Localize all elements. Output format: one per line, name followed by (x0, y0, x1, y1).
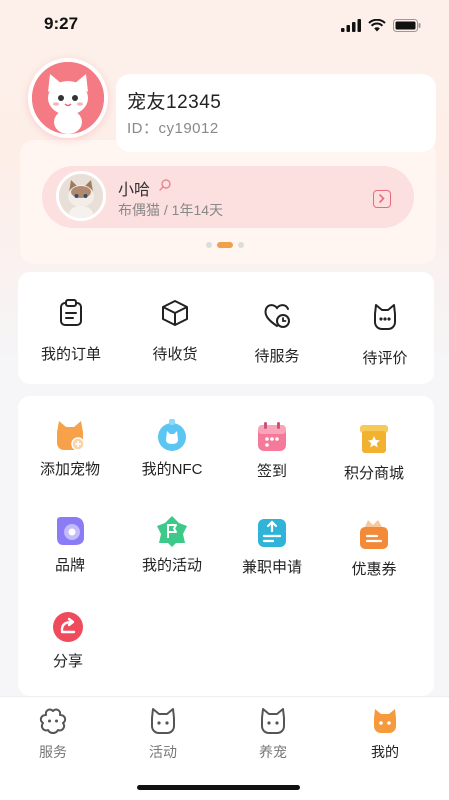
service-label: 签到 (256, 463, 287, 480)
pager-dots (206, 242, 244, 248)
cat-chat-icon (374, 304, 396, 330)
add-pet-button[interactable]: 添加宠物 (22, 418, 118, 479)
pager-dot (238, 242, 244, 248)
battery-icon (393, 19, 421, 32)
pet-info: 布偶猫 / 1年14天 (118, 202, 224, 218)
pager-dot (206, 242, 212, 248)
activity-flag-icon (155, 514, 189, 548)
pager-dot-active (217, 242, 233, 248)
pet-name: 小哈 (118, 182, 151, 199)
signal-icon (341, 19, 361, 32)
tab-raise-pet[interactable]: 养宠 (238, 707, 308, 762)
service-label: 优惠券 (351, 561, 397, 578)
brand-button[interactable]: 品牌 (22, 514, 118, 575)
user-id: ID：cy19012 (127, 120, 219, 137)
pet-photo (56, 171, 106, 221)
service-label: 品牌 (54, 557, 85, 574)
brand-icon (53, 514, 87, 548)
coupon-button[interactable]: 优惠券 (326, 518, 422, 579)
home-indicator (137, 785, 300, 790)
points-mall-button[interactable]: 积分商城 (326, 422, 422, 483)
service-label: 我的NFC (141, 461, 203, 478)
user-nickname: 宠友12345 (127, 92, 222, 113)
order-label: 待评价 (362, 350, 408, 367)
service-label: 分享 (52, 653, 83, 670)
part-time-apply-button[interactable]: 兼职申请 (224, 516, 320, 577)
service-label: 积分商城 (343, 465, 404, 482)
tab-label: 我的 (371, 744, 399, 760)
my-activities-button[interactable]: 我的活动 (124, 514, 220, 575)
wifi-icon (368, 19, 386, 32)
box-icon (162, 300, 188, 326)
tab-label: 活动 (149, 744, 177, 760)
coupon-icon (357, 518, 391, 552)
tab-label: 服务 (39, 744, 67, 760)
status-bar: 9:27 (0, 0, 449, 48)
search-icon[interactable] (158, 178, 172, 192)
check-in-button[interactable]: 签到 (224, 420, 320, 481)
my-nfc-button[interactable]: 我的NFC (124, 418, 220, 479)
service-label: 我的活动 (141, 557, 202, 574)
heart-clock-icon (264, 304, 290, 328)
chevron-right-icon[interactable] (373, 190, 391, 208)
calendar-icon (255, 420, 289, 454)
upload-doc-icon (255, 516, 289, 550)
status-icons (341, 19, 421, 32)
tab-mine[interactable]: 我的 (350, 707, 420, 762)
order-label: 我的订单 (40, 346, 101, 363)
add-pet-icon (53, 418, 87, 452)
status-time: 9:27 (44, 14, 79, 33)
pending-review-button[interactable]: 待评价 (340, 302, 430, 368)
profile-screen: 9:27 宠友12345 ID：cy19012 小哈 布偶猫 / 1年14天 我… (0, 0, 449, 800)
shop-icon (357, 422, 391, 456)
my-orders-button[interactable]: 我的订单 (26, 298, 116, 364)
nfc-tag-icon (155, 418, 189, 452)
service-label: 添加宠物 (39, 461, 100, 478)
share-icon (51, 610, 85, 644)
pending-delivery-button[interactable]: 待收货 (130, 298, 220, 364)
cat-outline-icon (261, 708, 285, 734)
clipboard-icon (60, 299, 82, 326)
pending-service-button[interactable]: 待服务 (232, 300, 322, 366)
cat-filled-icon (374, 709, 396, 733)
avatar[interactable] (28, 58, 108, 138)
service-label: 兼职申请 (241, 559, 302, 576)
tab-label: 养宠 (259, 744, 287, 760)
order-label: 待服务 (254, 348, 300, 365)
order-label: 待收货 (152, 346, 198, 363)
share-button[interactable]: 分享 (20, 610, 116, 671)
flower-icon (39, 708, 67, 734)
tab-activity[interactable]: 活动 (128, 707, 198, 762)
cat-avatar-icon (32, 62, 104, 134)
cat-face-icon (151, 708, 175, 734)
pet-cat-icon (59, 174, 103, 218)
tab-service[interactable]: 服务 (18, 707, 88, 762)
